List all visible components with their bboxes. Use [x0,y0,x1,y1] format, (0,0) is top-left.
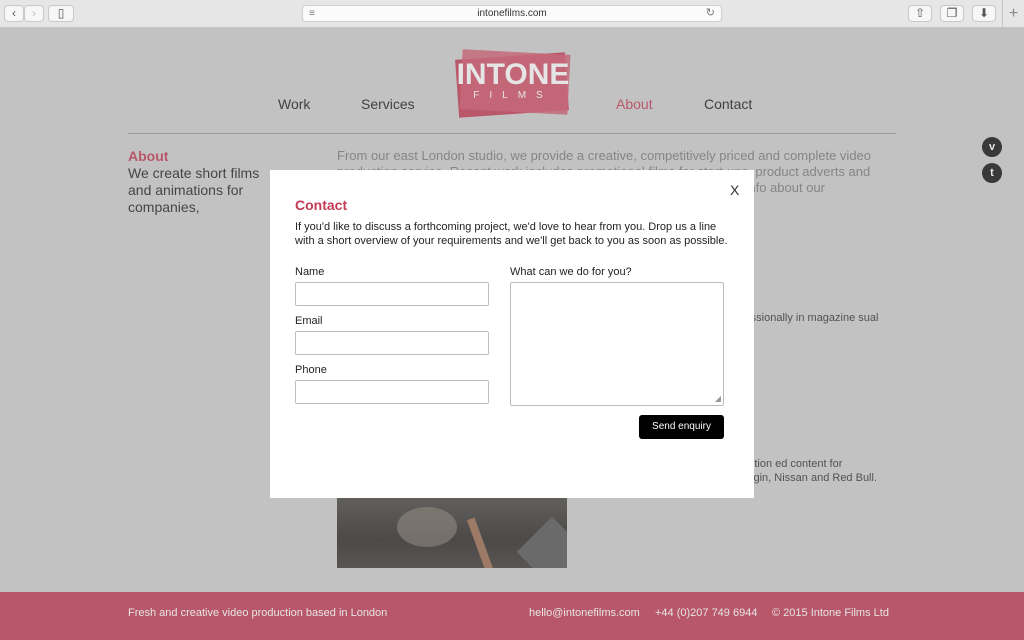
contact-modal: X Contact If you'd like to discuss a for… [270,170,754,498]
email-field[interactable] [295,331,489,355]
email-label: Email [295,315,323,327]
modal-title: Contact [295,197,348,213]
phone-field[interactable] [295,380,489,404]
phone-label: Phone [295,364,327,376]
url-text: intonefilms.com [477,8,547,19]
forward-button[interactable]: › [24,5,44,22]
reload-icon[interactable]: ↻ [706,6,715,21]
address-bar[interactable]: ≡ intonefilms.com ↻ [302,5,722,22]
tabs-icon: ❐ [946,6,958,20]
chevron-left-icon: ‹ [12,6,16,20]
name-field[interactable] [295,282,489,306]
resize-grip-icon[interactable]: ◢ [715,394,721,403]
close-button[interactable]: X [730,182,739,198]
message-label: What can we do for you? [510,266,632,278]
send-enquiry-button[interactable]: Send enquiry [639,415,724,439]
sidebar-button[interactable]: ▯ [48,5,74,22]
sidebar-icon: ▯ [57,6,65,20]
reader-icon[interactable]: ≡ [309,6,315,21]
new-tab-button[interactable]: + [1002,0,1024,28]
name-label: Name [295,266,325,278]
tabs-button[interactable]: ❐ [940,5,964,22]
modal-description: If you'd like to discuss a forthcoming p… [295,221,728,247]
browser-toolbar: ‹ › ▯ ≡ intonefilms.com ↻ ⇧ ❐ ⬇ + [0,0,1024,28]
plus-icon: + [1008,5,1019,22]
back-button[interactable]: ‹ [4,5,24,22]
download-icon: ⬇ [978,6,990,20]
share-button[interactable]: ⇧ [908,5,932,22]
share-icon: ⇧ [914,6,926,20]
message-field[interactable]: ◢ [510,282,724,406]
chevron-right-icon: › [32,6,36,20]
download-button[interactable]: ⬇ [972,5,996,22]
